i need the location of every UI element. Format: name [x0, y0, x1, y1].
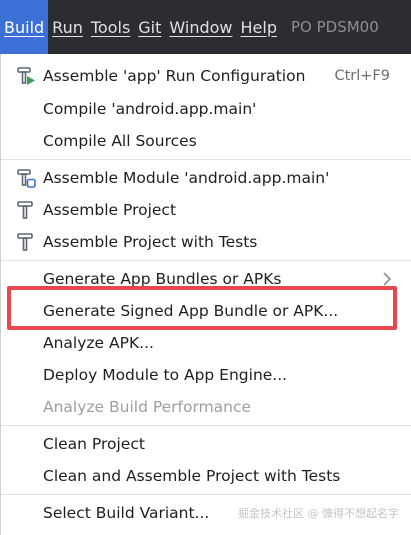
menu-item-label: Compile 'android.app.main'	[43, 100, 257, 118]
hammer-icon	[17, 201, 33, 219]
menu-help[interactable]: Help	[237, 0, 281, 54]
menu-item-clean-and-assemble[interactable]: Clean and Assemble Project with Tests	[1, 460, 411, 492]
menu-item-analyze-apk[interactable]: Analyze APK...	[1, 327, 411, 359]
menu-item-assemble-project[interactable]: Assemble Project	[1, 194, 411, 226]
menu-item-assemble-project-with-tests[interactable]: Assemble Project with Tests	[1, 226, 411, 258]
menu-window[interactable]: Window	[165, 0, 236, 54]
hammer-icon	[17, 233, 33, 251]
menu-item-compile-module[interactable]: Compile 'android.app.main'	[1, 93, 411, 125]
menu-item-label: Compile All Sources	[43, 132, 197, 150]
chevron-right-icon	[383, 272, 392, 286]
menu-item-label: Assemble 'app' Run Configuration	[43, 67, 306, 85]
separator	[1, 494, 411, 495]
project-name: PO PDSM00	[290, 18, 379, 36]
separator	[1, 159, 411, 160]
menu-item-generate-app-bundles[interactable]: Generate App Bundles or APKs	[1, 263, 411, 295]
menu-item-analyze-build-performance: Analyze Build Performance	[1, 391, 411, 423]
menu-item-label: Clean Project	[43, 435, 145, 453]
menu-item-compile-all-sources[interactable]: Compile All Sources	[1, 125, 411, 157]
menu-item-label: Assemble Project with Tests	[43, 233, 258, 251]
hammer-run-icon	[17, 67, 35, 85]
separator	[1, 425, 411, 426]
menu-tools[interactable]: Tools	[87, 0, 134, 54]
shortcut-label: Ctrl+F9	[334, 68, 390, 84]
menu-item-label: Deploy Module to App Engine...	[43, 366, 288, 384]
menu-item-clean-project[interactable]: Clean Project	[1, 428, 411, 460]
menu-build[interactable]: Build	[0, 0, 49, 54]
menu-item-label: Assemble Module 'android.app.main'	[43, 169, 330, 187]
hammer-module-icon	[17, 169, 36, 188]
menu-item-generate-signed-bundle[interactable]: Generate Signed App Bundle or APK...	[1, 295, 411, 327]
menu-item-label: Generate Signed App Bundle or APK...	[43, 302, 339, 320]
build-dropdown-menu: Assemble 'app' Run Configuration Ctrl+F9…	[0, 54, 411, 535]
menu-item-label: Analyze Build Performance	[43, 398, 252, 416]
menu-item-label: Select Build Variant...	[43, 504, 210, 522]
menu-git[interactable]: Git	[134, 0, 165, 54]
menu-item-label: Clean and Assemble Project with Tests	[43, 467, 341, 485]
menu-item-label: Assemble Project	[43, 201, 177, 219]
menu-item-assemble-app-run-config[interactable]: Assemble 'app' Run Configuration Ctrl+F9	[1, 60, 411, 92]
watermark: 掘金技术社区 @ 慷得不想起名字	[238, 507, 399, 520]
menu-item-label: Analyze APK...	[43, 334, 154, 352]
menu-item-deploy-to-app-engine[interactable]: Deploy Module to App Engine...	[1, 359, 411, 391]
separator	[1, 260, 411, 261]
menu-run[interactable]: Run	[48, 0, 87, 54]
menu-item-assemble-module[interactable]: Assemble Module 'android.app.main'	[1, 162, 411, 194]
menu-bar: Build Run Tools Git Window Help PO PDSM0…	[0, 0, 411, 54]
menu-item-label: Generate App Bundles or APKs	[43, 270, 282, 288]
